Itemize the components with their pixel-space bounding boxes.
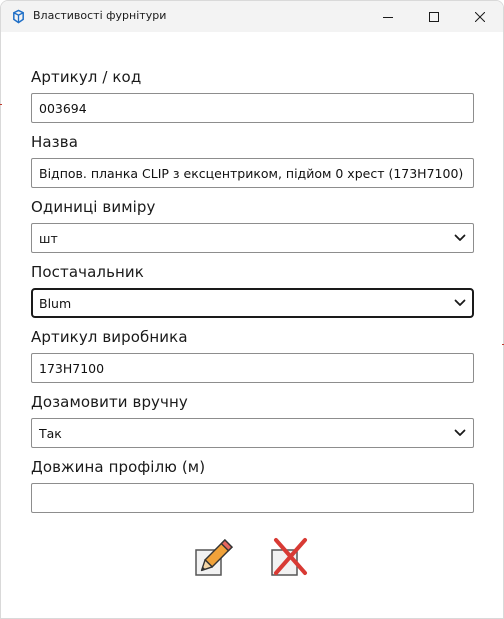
manufacturer-article-input[interactable] (31, 353, 474, 383)
name-label: Назва (31, 133, 78, 151)
cancel-button[interactable] (267, 536, 311, 580)
name-input[interactable] (31, 158, 474, 188)
edge-marker (0, 104, 2, 105)
article-input[interactable] (31, 93, 474, 123)
units-select[interactable]: шт (31, 223, 474, 253)
close-button[interactable] (457, 1, 503, 32)
maximize-icon (429, 11, 439, 22)
chevron-down-icon (454, 429, 466, 436)
profile-length-input[interactable] (31, 483, 474, 513)
units-selected-value: шт (39, 230, 58, 246)
chevron-down-icon (454, 234, 466, 241)
maximize-button[interactable] (411, 1, 457, 32)
chevron-down-icon (454, 299, 466, 306)
minimize-button[interactable] (365, 1, 411, 32)
supplier-select[interactable]: Blum (31, 288, 474, 318)
article-label: Артикул / код (31, 68, 142, 86)
supplier-selected-value: Blum (39, 295, 72, 311)
pencil-icon (195, 539, 233, 576)
properties-window: Властивості фурнітури Артикул / код Назв… (0, 0, 504, 619)
minimize-icon (383, 16, 393, 18)
cross-icon (271, 538, 307, 576)
reorder-selected-value: Так (39, 425, 62, 441)
units-label: Одиниці виміру (31, 198, 156, 216)
title-bar[interactable]: Властивості фурнітури (1, 1, 503, 32)
profile-length-label: Довжина профілю (м) (31, 458, 206, 476)
manufacturer-article-label: Артикул виробника (31, 328, 188, 346)
supplier-label: Постачальник (31, 263, 144, 281)
window-title: Властивості фурнітури (33, 9, 167, 22)
close-icon (475, 11, 485, 22)
sketchup-icon (13, 9, 24, 24)
form-body: Артикул / код Назва Одиниці виміру шт По… (1, 32, 503, 618)
save-button[interactable] (191, 536, 235, 580)
reorder-label: Дозамовити вручну (31, 393, 188, 411)
reorder-select[interactable]: Так (31, 418, 474, 448)
